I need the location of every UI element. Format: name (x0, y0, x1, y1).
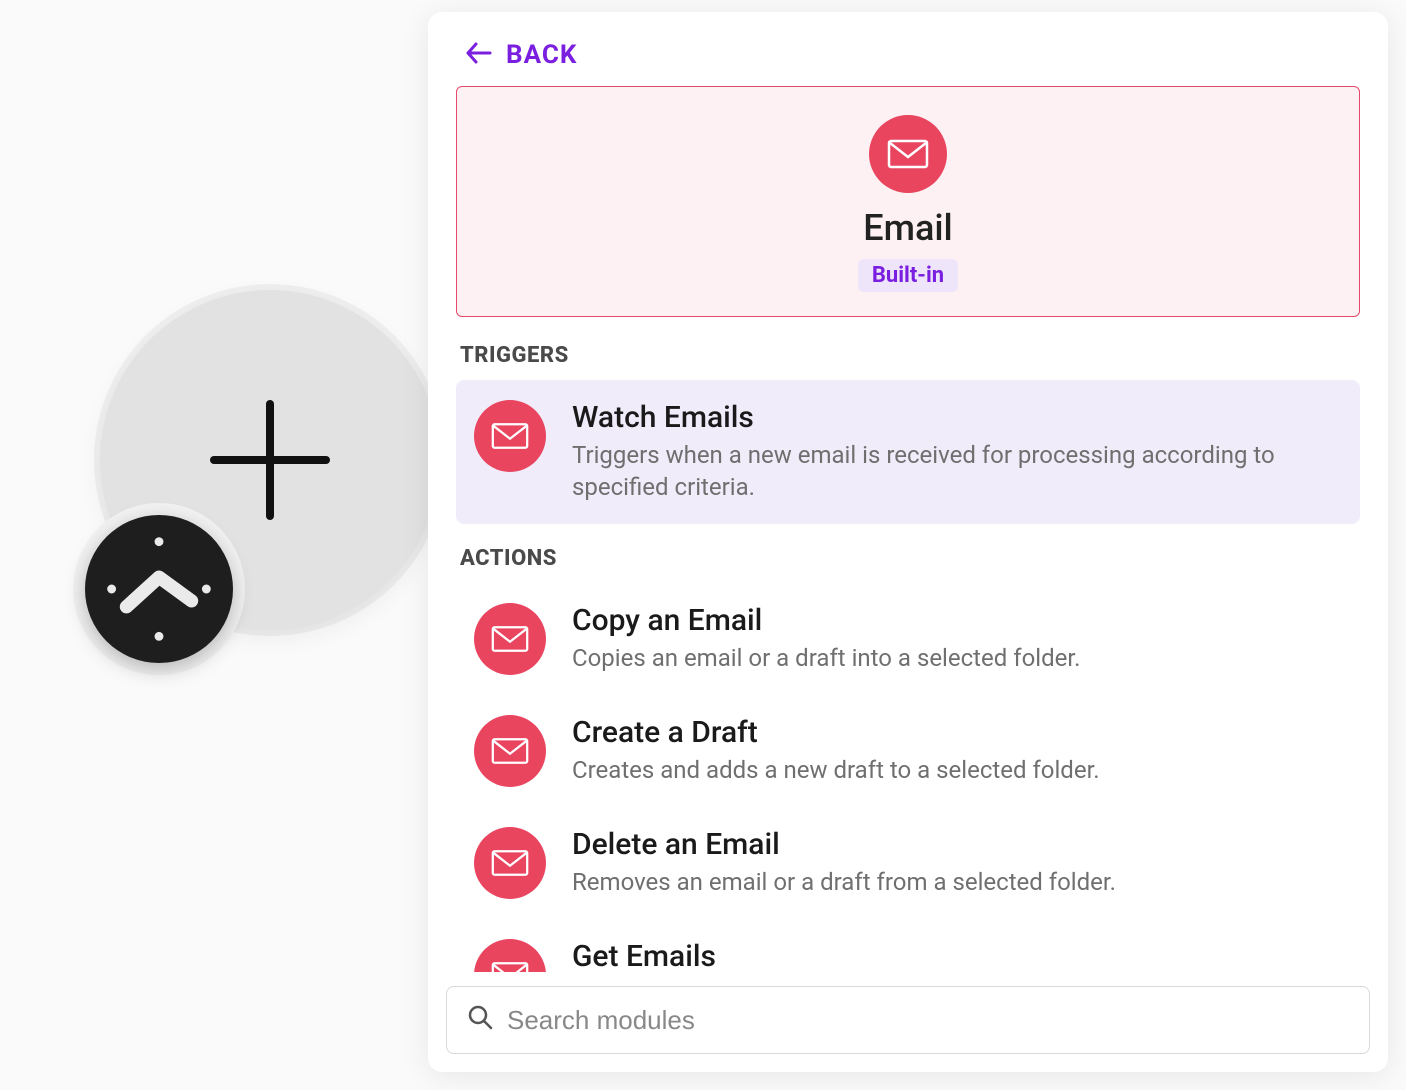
app-card-email: Email Built-in (456, 86, 1360, 317)
envelope-icon (474, 400, 546, 472)
section-triggers-label: TRIGGERS (460, 343, 1360, 368)
module-title: Delete an Email (572, 827, 1342, 862)
canvas-area (40, 280, 400, 680)
module-title: Watch Emails (572, 400, 1342, 435)
module-title: Create a Draft (572, 715, 1342, 750)
envelope-icon (474, 827, 546, 899)
app-title: Email (863, 207, 952, 249)
search-icon (467, 1004, 493, 1037)
module-title: Copy an Email (572, 603, 1342, 638)
back-button[interactable]: BACK (428, 12, 1388, 80)
envelope-icon (887, 139, 929, 169)
envelope-icon (474, 715, 546, 787)
panel-scroll-area[interactable]: Email Built-in TRIGGERS Watch Emails Tri… (428, 80, 1388, 972)
module-desc: Triggers when a new email is received fo… (572, 439, 1342, 504)
module-desc: Copies an email or a draft into a select… (572, 642, 1342, 674)
module-picker-panel: BACK Email Built-in TRIGGERS Watch Email… (428, 12, 1388, 1072)
module-desc: Creates and adds a new draft to a select… (572, 754, 1342, 786)
arrow-left-icon (466, 42, 492, 69)
plus-icon (210, 400, 330, 520)
module-copy-email[interactable]: Copy an Email Copies an email or a draft… (456, 583, 1360, 695)
module-create-draft[interactable]: Create a Draft Creates and adds a new dr… (456, 695, 1360, 807)
module-get-emails[interactable]: Get Emails (456, 919, 1360, 972)
module-watch-emails[interactable]: Watch Emails Triggers when a new email i… (456, 380, 1360, 524)
module-title: Get Emails (572, 939, 1342, 972)
module-delete-email[interactable]: Delete an Email Removes an email or a dr… (456, 807, 1360, 919)
module-desc: Removes an email or a draft from a selec… (572, 866, 1342, 898)
envelope-icon (474, 939, 546, 972)
back-label: BACK (506, 40, 577, 70)
schedule-clock-node[interactable] (85, 515, 233, 663)
search-input[interactable] (507, 1005, 1349, 1036)
search-bar (428, 972, 1388, 1072)
clock-icon (85, 515, 233, 663)
section-actions-label: ACTIONS (460, 546, 1360, 571)
email-app-icon (869, 115, 947, 193)
envelope-icon (474, 603, 546, 675)
builtin-badge: Built-in (858, 259, 958, 292)
